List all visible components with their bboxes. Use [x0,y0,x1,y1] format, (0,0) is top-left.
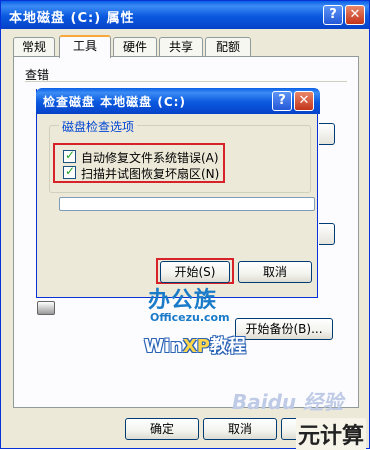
window-title: 本地磁盘 (C:) 属性 [9,11,135,26]
watermark-site: Officezu.com [150,311,230,324]
scan-sectors-label: 扫描并试图恢复坏扇区(N) [81,167,220,181]
tab-sharing[interactable]: 共享 [159,37,203,57]
tab-hardware[interactable]: 硬件 [113,37,157,57]
watermark-corner: 元计算 [296,418,367,450]
dialog-cancel-button[interactable]: 取消 [238,261,312,283]
ok-button[interactable]: 确定 [125,418,199,440]
cancel-button[interactable]: 取消 [203,418,277,440]
fix-errors-checkbox[interactable]: ✓ [63,148,76,163]
start-button[interactable]: 开始(S) [160,261,230,283]
check-disk-dialog: 检查磁盘 本地磁盘 (C:) ? ✕ 磁盘检查选项 ✓ 自动修复文件系统错误(A… [36,88,320,298]
start-backup-button[interactable]: 开始备份(B)... [235,318,333,340]
properties-titlebar[interactable]: 本地磁盘 (C:) 属性 ? ✕ [1,1,369,29]
fix-errors-label: 自动修复文件系统错误(A) [81,151,219,165]
check-now-button[interactable] [319,123,335,145]
close-icon[interactable]: ✕ [345,5,365,25]
dialog-close-icon[interactable]: ✕ [294,91,314,111]
drive-icon [37,301,55,315]
disk-options-label: 磁盘检查选项 [59,118,138,135]
defragment-button[interactable] [319,223,335,245]
watermark-brand: 办公族 [148,288,218,313]
tab-general[interactable]: 常规 [13,37,55,57]
progress-bar [59,197,315,211]
tab-tools[interactable]: 工具 [59,35,111,58]
check-disk-titlebar[interactable]: 检查磁盘 本地磁盘 (C:) ? ✕ [36,88,320,114]
dialog-help-icon[interactable]: ? [272,91,292,111]
tab-quota[interactable]: 配额 [205,37,251,57]
dialog-title: 检查磁盘 本地磁盘 (C:) [43,95,186,109]
watermark-winxp: WinXP教程 [144,336,246,357]
scan-sectors-checkbox[interactable]: ✓ [63,164,76,179]
watermark-baidu: Baidu 经验 [232,390,344,414]
help-icon[interactable]: ? [323,5,343,25]
checkmark-icon: ✓ [65,164,76,178]
group-divider [25,81,347,82]
checkmark-icon: ✓ [65,148,76,162]
